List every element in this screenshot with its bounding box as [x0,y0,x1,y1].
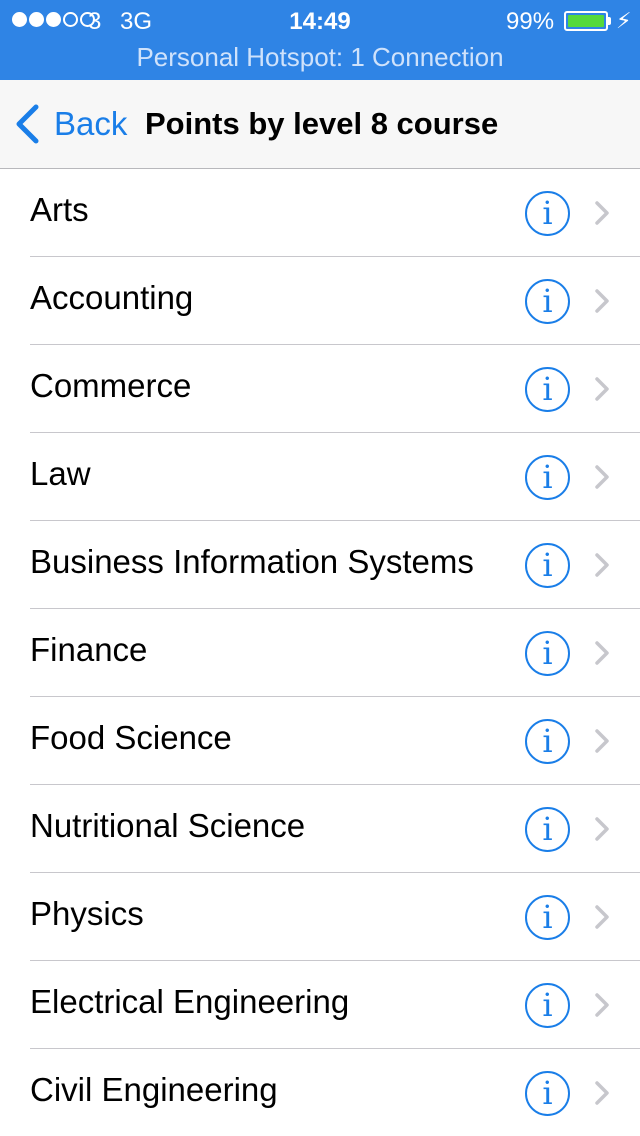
list-item[interactable]: Civil Engineering i [0,1049,640,1136]
course-label: Electrical Engineering [30,983,350,1020]
chevron-right-icon [595,641,609,665]
page-title: Points by level 8 course [145,106,499,141]
course-label: Business Information Systems [30,543,474,580]
list-item[interactable]: Commerce i [0,345,640,433]
list-item[interactable]: Business Information Systems i [0,521,640,609]
list-item[interactable]: Law i [0,433,640,521]
course-label: Arts [30,191,89,228]
status-bar: 3 3G 14:49 99% ⚡ Personal Hotspot: 1 Con… [0,0,640,80]
list-item[interactable]: Arts i [0,169,640,257]
course-label: Commerce [30,367,192,404]
chevron-right-icon [595,817,609,841]
battery-level-fill [568,15,604,27]
info-icon[interactable]: i [525,279,570,324]
back-button[interactable]: Back [14,104,127,144]
course-label: Physics [30,895,144,932]
info-icon[interactable]: i [525,367,570,412]
charging-bolt-icon: ⚡ [616,8,632,33]
hotspot-banner[interactable]: Personal Hotspot: 1 Connection [0,42,640,73]
course-label: Nutritional Science [30,807,306,844]
chevron-right-icon [595,201,609,225]
info-icon[interactable]: i [525,719,570,764]
info-icon[interactable]: i [525,1071,570,1116]
course-label: Accounting [30,279,194,316]
info-icon[interactable]: i [525,895,570,940]
chevron-right-icon [595,1081,609,1105]
chevron-right-icon [595,553,609,577]
list-item[interactable]: Nutritional Science i [0,785,640,873]
list-item[interactable]: Accounting i [0,257,640,345]
course-label: Civil Engineering [30,1071,278,1108]
chevron-right-icon [595,993,609,1017]
list-item[interactable]: Food Science i [0,697,640,785]
chevron-right-icon [595,729,609,753]
course-label: Finance [30,631,148,668]
course-label: Food Science [30,719,232,756]
battery-icon [564,11,608,31]
battery-percentage: 99% [506,8,555,35]
chevron-right-icon [595,905,609,929]
status-row: 3 3G 14:49 99% ⚡ [0,0,640,40]
chevron-right-icon [595,377,609,401]
course-list: Arts i Accounting i Commerce i Law i Business In… [0,169,640,1136]
chevron-right-icon [595,465,609,489]
back-button-label: Back [54,105,128,142]
chevron-left-icon [16,104,39,144]
info-icon[interactable]: i [525,543,570,588]
info-icon[interactable]: i [525,455,570,500]
list-item[interactable]: Finance i [0,609,640,697]
list-item[interactable]: Electrical Engineering i [0,961,640,1049]
list-item[interactable]: Physics i [0,873,640,961]
navigation-bar: Back Points by level 8 course [0,80,640,169]
info-icon[interactable]: i [525,807,570,852]
info-icon[interactable]: i [525,983,570,1028]
chevron-right-icon [595,289,609,313]
info-icon[interactable]: i [525,631,570,676]
course-label: Law [30,455,91,492]
battery-cap [608,17,611,25]
info-icon[interactable]: i [525,191,570,236]
